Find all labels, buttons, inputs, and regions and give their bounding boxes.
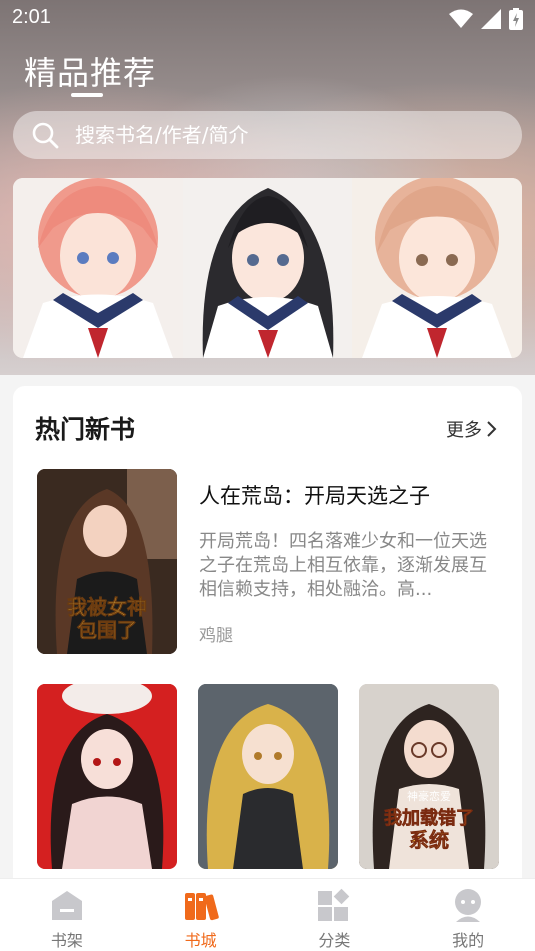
featured-book-cover[interactable]: 我被女神 包围了 [37, 469, 177, 654]
tab-bookshelf[interactable]: 书架 [0, 879, 134, 951]
cover3-subtitle: 神豪恋爱 [407, 789, 451, 803]
featured-book-author: 鸡腿 [199, 626, 233, 646]
battery-icon [509, 8, 523, 30]
featured-book-description: 开局荒岛！四名落难少女和一位天选之子在荒岛上相互依靠，逐渐发展互相信赖支持，相处… [199, 531, 487, 600]
profile-icon [455, 889, 482, 922]
search-icon [32, 122, 59, 149]
more-label: 更多 [446, 420, 482, 441]
banner-girl-ginger-hair [352, 178, 522, 358]
tab-profile[interactable]: 我的 [401, 879, 535, 951]
banner-girl-black-hair [182, 178, 353, 358]
book-cover[interactable]: 我加载错了 系统 神豪恋爱 [359, 684, 499, 869]
status-time: 2:01 [12, 6, 51, 28]
featured-cover-title-line2: 包围了 [77, 618, 137, 642]
category-icon [318, 888, 350, 921]
tab-bookstore[interactable]: 书城 [134, 879, 268, 951]
tab-category[interactable]: 分类 [268, 879, 402, 951]
search-bar[interactable] [13, 111, 522, 159]
banner-carousel[interactable] [13, 178, 522, 358]
bottom-tab-bar: 书架 书城 分类 我的 [0, 878, 535, 951]
book-cover[interactable] [198, 684, 338, 869]
tab-label-bookshelf: 书架 [50, 931, 83, 950]
wifi-icon [449, 9, 473, 28]
title-underline [71, 93, 103, 97]
status-icons [449, 8, 523, 30]
hero-background: 2:01 精品推荐 [0, 0, 535, 375]
chevron-right-icon [487, 421, 497, 437]
tab-label-category: 分类 [318, 931, 351, 950]
book-grid: 我加载错了 系统 神豪恋爱 [37, 684, 499, 869]
cover3-title-line2: 系统 [409, 828, 449, 852]
signal-icon [481, 9, 501, 29]
hot-books-card: 热门新书 更多 我被女神 包围了 人在荒岛：开局天选之子 开局荒岛！四名落难少女… [13, 386, 522, 906]
tab-label-bookstore: 书城 [184, 931, 217, 950]
book-cover[interactable] [37, 684, 177, 869]
bookstore-icon [184, 893, 219, 921]
status-bar: 2:01 [0, 0, 535, 38]
cover3-title-line1: 我加载错了 [384, 807, 474, 829]
tab-label-profile: 我的 [452, 931, 485, 950]
featured-cover-title-line1: 我被女神 [67, 595, 147, 619]
bookshelf-icon [51, 891, 82, 920]
featured-book-title[interactable]: 人在荒岛：开局天选之子 [199, 480, 430, 510]
banner-girl-pink-hair [13, 178, 183, 358]
more-link[interactable]: 更多 [446, 416, 498, 442]
search-input[interactable] [75, 123, 475, 147]
page-title: 精品推荐 [24, 54, 157, 92]
section-title: 热门新书 [35, 415, 136, 444]
